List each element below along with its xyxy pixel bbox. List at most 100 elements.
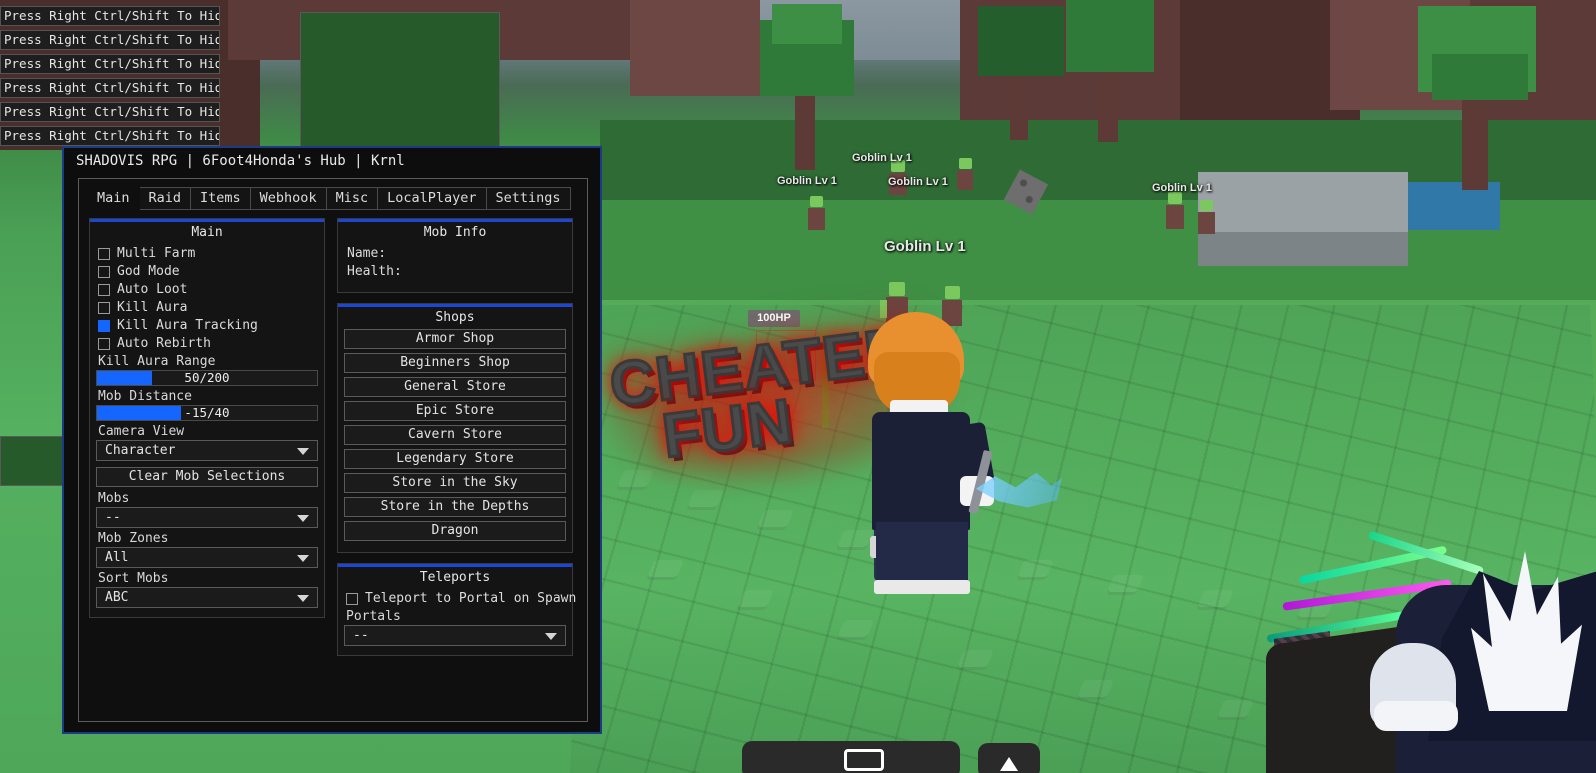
main-group: Main Multi Farm God Mode Auto Loot Kill … bbox=[89, 218, 325, 618]
mob-zones-label: Mob Zones bbox=[98, 531, 169, 546]
dropdown-value: -- bbox=[105, 510, 121, 525]
checkbox-icon bbox=[98, 337, 110, 350]
panel-columns: Main Multi Farm God Mode Auto Loot Kill … bbox=[89, 218, 577, 666]
stone-platform-side bbox=[1198, 232, 1408, 266]
target-hp-label: 100HP bbox=[748, 310, 800, 327]
mobs-label: Mobs bbox=[98, 491, 130, 506]
checkbox-label: Kill Aura Tracking bbox=[117, 318, 258, 333]
slider-value: 50/200 bbox=[184, 370, 230, 385]
mob-health-row: Health: bbox=[347, 264, 402, 279]
foreground-character bbox=[1266, 530, 1596, 773]
tab-bar: Main Raid Items Webhook Misc LocalPlayer… bbox=[87, 187, 587, 210]
mob-info-title: Mob Info bbox=[423, 225, 487, 240]
notification-toast[interactable]: Press Right Ctrl/Shift To Hide! bbox=[0, 54, 220, 74]
tree-leaves bbox=[1066, 0, 1154, 72]
cheat-window[interactable]: SHADOVIS RPG | 6Foot4Honda's Hub | Krnl … bbox=[62, 146, 602, 734]
chevron-down-icon bbox=[297, 448, 309, 455]
mob-name-row: Name: bbox=[347, 246, 387, 261]
shops-group: Shops Armor Shop Beginners Shop General … bbox=[337, 303, 573, 553]
window-content: Main Raid Items Webhook Misc LocalPlayer… bbox=[78, 178, 588, 722]
tab-localplayer[interactable]: LocalPlayer bbox=[378, 187, 487, 210]
tab-settings[interactable]: Settings bbox=[486, 187, 571, 210]
left-column: Main Multi Farm God Mode Auto Loot Kill … bbox=[89, 218, 325, 666]
camera-view-dropdown[interactable]: Character bbox=[96, 440, 318, 461]
kill-aura-range-slider[interactable]: 50/200 bbox=[96, 370, 318, 386]
sort-mobs-label: Sort Mobs bbox=[98, 571, 169, 586]
roblox-hotbar-slot[interactable] bbox=[844, 749, 884, 771]
teleports-group: Teleports Teleport to Portal on Spawn Po… bbox=[337, 563, 576, 656]
mob-distance-label: Mob Distance bbox=[98, 389, 192, 404]
mob-zones-dropdown[interactable]: All bbox=[96, 547, 318, 568]
checkbox-icon bbox=[98, 247, 110, 260]
checkbox-icon bbox=[346, 592, 358, 605]
checkbox-god-mode[interactable]: God Mode bbox=[98, 264, 318, 279]
tab-misc[interactable]: Misc bbox=[326, 187, 379, 210]
shop-button-armor-shop[interactable]: Armor Shop bbox=[344, 329, 566, 349]
mob-info-group: Mob Info Name: Health: bbox=[337, 218, 573, 293]
terrace-1 bbox=[300, 12, 500, 152]
main-group-title: Main bbox=[191, 225, 223, 240]
portals-dropdown[interactable]: -- bbox=[344, 625, 566, 646]
stone-platform bbox=[1198, 172, 1408, 238]
shop-button-general-store[interactable]: General Store bbox=[344, 377, 566, 397]
checkbox-icon-checked bbox=[98, 319, 110, 332]
dropdown-value: ABC bbox=[105, 590, 129, 605]
shop-button-epic-store[interactable]: Epic Store bbox=[344, 401, 566, 421]
checkbox-label: Kill Aura bbox=[117, 300, 188, 315]
checkbox-teleport-to-portal-on-spawn[interactable]: Teleport to Portal on Spawn bbox=[346, 591, 576, 606]
tab-items[interactable]: Items bbox=[191, 187, 251, 210]
sort-mobs-dropdown[interactable]: ABC bbox=[96, 587, 318, 608]
notification-toast[interactable]: Press Right Ctrl/Shift To Hide! bbox=[0, 30, 220, 50]
camera-view-label: Camera View bbox=[98, 424, 185, 439]
shop-button-cavern-store[interactable]: Cavern Store bbox=[344, 425, 566, 445]
checkbox-auto-rebirth[interactable]: Auto Rebirth bbox=[98, 336, 318, 351]
mob-distance-slider[interactable]: -15/40 bbox=[96, 405, 318, 421]
shop-button-dragon[interactable]: Dragon bbox=[344, 521, 566, 541]
checkbox-auto-loot[interactable]: Auto Loot bbox=[98, 282, 318, 297]
chevron-down-icon bbox=[297, 515, 309, 522]
checkbox-label: Multi Farm bbox=[117, 246, 196, 261]
shop-button-store-in-the-depths[interactable]: Store in the Depths bbox=[344, 497, 566, 517]
slider-value: -15/40 bbox=[184, 405, 230, 420]
checkbox-kill-aura-tracking[interactable]: Kill Aura Tracking bbox=[98, 318, 318, 333]
dropdown-value: All bbox=[105, 550, 129, 565]
target-health-bar bbox=[822, 332, 829, 428]
notification-toast[interactable]: Press Right Ctrl/Shift To Hide! bbox=[0, 102, 220, 122]
dropdown-value: -- bbox=[353, 628, 369, 643]
shop-button-beginners-shop[interactable]: Beginners Shop bbox=[344, 353, 566, 373]
kill-aura-range-label: Kill Aura Range bbox=[98, 354, 216, 369]
shop-button-legendary-store[interactable]: Legendary Store bbox=[344, 449, 566, 469]
shop-button-store-in-the-sky[interactable]: Store in the Sky bbox=[344, 473, 566, 493]
notification-toast[interactable]: Press Right Ctrl/Shift To Hide! bbox=[0, 78, 220, 98]
notification-toast[interactable]: Press Right Ctrl/Shift To Hide! bbox=[0, 126, 220, 146]
cliff-mid bbox=[630, 0, 760, 96]
checkbox-label: Auto Loot bbox=[117, 282, 188, 297]
right-column: Mob Info Name: Health: Shops Armor Shop … bbox=[337, 218, 576, 666]
dropdown-value: Character bbox=[105, 443, 176, 458]
checkbox-kill-aura[interactable]: Kill Aura bbox=[98, 300, 318, 315]
checkbox-label: Auto Rebirth bbox=[117, 336, 211, 351]
window-title: SHADOVIS RPG | 6Foot4Honda's Hub | Krnl bbox=[76, 153, 405, 169]
shops-title: Shops bbox=[435, 310, 475, 325]
teleports-title: Teleports bbox=[419, 570, 491, 585]
notification-stack: Press Right Ctrl/Shift To Hide! Press Ri… bbox=[0, 6, 226, 150]
checkbox-icon bbox=[98, 301, 110, 314]
checkbox-icon bbox=[98, 283, 110, 296]
tree-leaves bbox=[772, 4, 842, 44]
tab-main[interactable]: Main bbox=[87, 187, 140, 210]
mobs-dropdown[interactable]: -- bbox=[96, 507, 318, 528]
clear-mob-selections-button[interactable]: Clear Mob Selections bbox=[96, 467, 318, 487]
target-highlight-box bbox=[756, 330, 816, 380]
notification-toast[interactable]: Press Right Ctrl/Shift To Hide! bbox=[0, 6, 220, 26]
checkbox-label: Teleport to Portal on Spawn bbox=[365, 591, 577, 606]
checkbox-multi-farm[interactable]: Multi Farm bbox=[98, 246, 318, 261]
checkbox-icon bbox=[98, 265, 110, 278]
tab-webhook[interactable]: Webhook bbox=[250, 187, 327, 210]
chevron-down-icon bbox=[545, 633, 557, 640]
tree-leaves bbox=[1432, 54, 1528, 100]
player-character: essary. bbox=[830, 300, 1062, 594]
chevron-down-icon bbox=[297, 595, 309, 602]
tree-leaves bbox=[978, 6, 1064, 76]
tab-raid[interactable]: Raid bbox=[139, 187, 192, 210]
player-feet bbox=[874, 580, 970, 594]
